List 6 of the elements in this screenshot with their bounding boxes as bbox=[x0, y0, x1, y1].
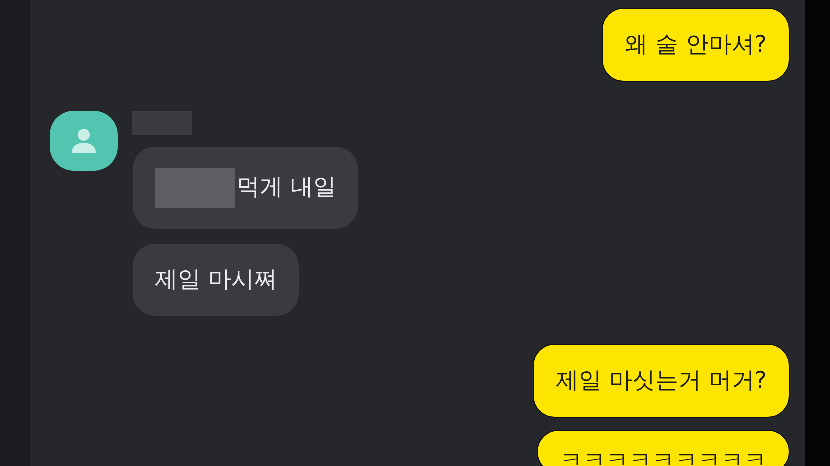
message-bubble: 왜 술 안마셔? bbox=[602, 8, 790, 82]
avatar-icon[interactable] bbox=[50, 111, 118, 171]
message-bubble: 제일 마싯는거 머거? bbox=[533, 344, 790, 418]
message-bubble: ㅋㅋㅋㅋㅋㅋㅋㅋㅋ bbox=[537, 430, 790, 466]
message-bubble: 제일 마시쪄 bbox=[133, 244, 300, 316]
message-text: 먹게 내일 bbox=[237, 174, 336, 200]
